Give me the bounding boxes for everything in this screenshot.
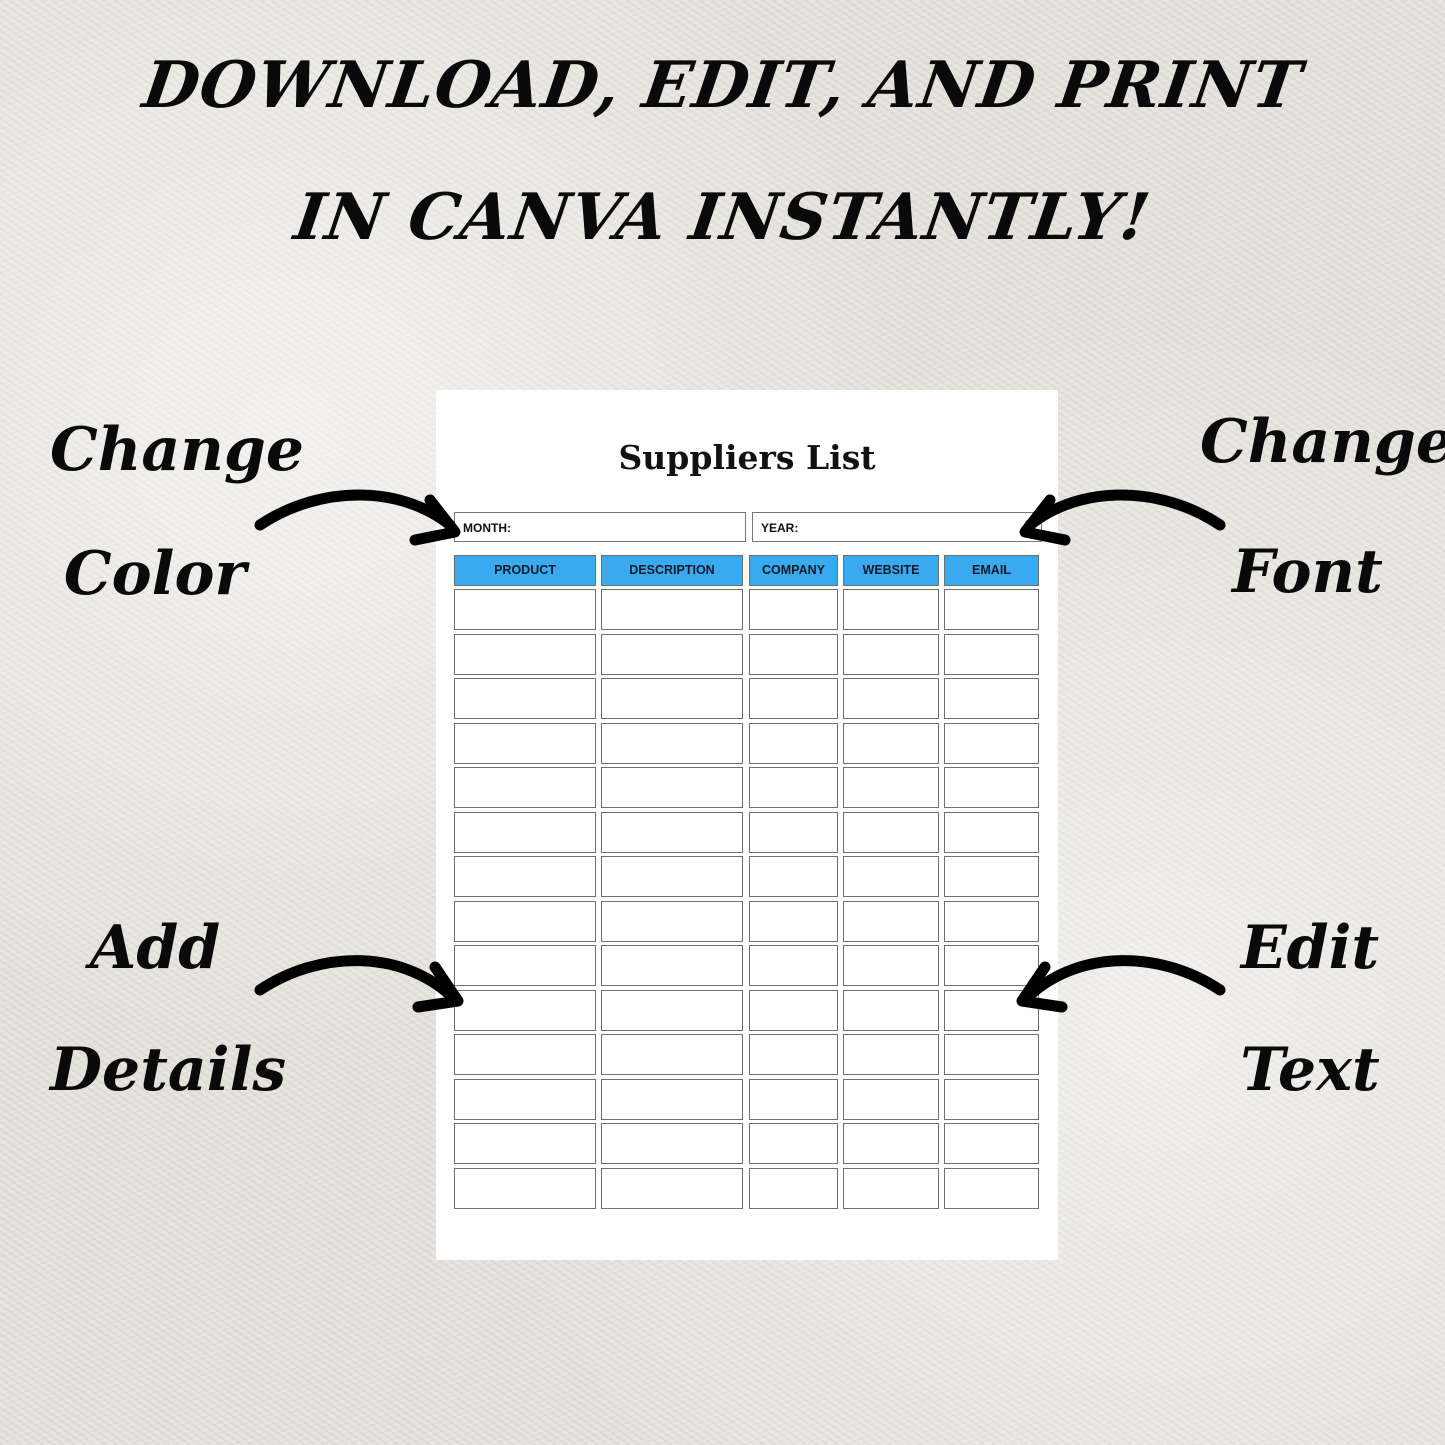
- table-cell[interactable]: [601, 589, 743, 630]
- table-cell[interactable]: [749, 1034, 838, 1075]
- table-cell[interactable]: [601, 811, 743, 853]
- table-cell[interactable]: [843, 589, 939, 630]
- table-cell[interactable]: [843, 856, 939, 897]
- annotation-line: Details: [50, 1035, 287, 1105]
- column-header-website: WEBSITE: [843, 555, 939, 586]
- table-cell[interactable]: [843, 811, 939, 853]
- headline-line-2: IN CANVA INSTANTLY!: [289, 180, 1156, 255]
- table-cell[interactable]: [749, 1078, 838, 1120]
- table-cell[interactable]: [944, 1167, 1039, 1209]
- table-cell[interactable]: [601, 678, 743, 719]
- table-cell[interactable]: [749, 945, 838, 986]
- table-cell[interactable]: [944, 767, 1039, 808]
- annotation-change-font: Change Font: [1200, 407, 1445, 607]
- table-cell[interactable]: [601, 722, 743, 764]
- table-cell[interactable]: [749, 589, 838, 630]
- table-cell[interactable]: [944, 900, 1039, 942]
- table-cell[interactable]: [944, 589, 1039, 630]
- year-field[interactable]: YEAR:: [752, 512, 1042, 542]
- table-cell[interactable]: [843, 900, 939, 942]
- annotation-edit-text: Edit Text: [1215, 918, 1405, 1100]
- table-cell[interactable]: [749, 811, 838, 853]
- table-cell[interactable]: [944, 1034, 1039, 1075]
- table-cell[interactable]: [944, 722, 1039, 764]
- annotation-change-color: Change Color: [50, 415, 305, 609]
- table-cell[interactable]: [601, 900, 743, 942]
- table-cell[interactable]: [601, 1123, 743, 1164]
- table-cell[interactable]: [601, 1167, 743, 1209]
- table-cell[interactable]: [843, 989, 939, 1031]
- table-cell[interactable]: [454, 767, 596, 808]
- table-cell[interactable]: [944, 678, 1039, 719]
- arrow-icon: [1019, 489, 1226, 546]
- annotation-line: Add: [89, 913, 221, 983]
- table-cell[interactable]: [749, 767, 838, 808]
- table-cell[interactable]: [944, 633, 1039, 675]
- table-cell[interactable]: [843, 1123, 939, 1164]
- suppliers-list-page: Suppliers List MONTH: YEAR: PRODUCT DESCR…: [436, 390, 1058, 1260]
- table-cell[interactable]: [454, 1078, 596, 1120]
- table-cell[interactable]: [601, 1078, 743, 1120]
- table-cell[interactable]: [749, 633, 838, 675]
- table-cell[interactable]: [843, 1078, 939, 1120]
- annotation-line: Edit: [1240, 913, 1380, 983]
- arrow-icon: [1016, 955, 1226, 1013]
- headline-line-1: DOWNLOAD, EDIT, AND PRINT: [138, 48, 1307, 123]
- table-cell[interactable]: [749, 856, 838, 897]
- annotation-line: Text: [1240, 1035, 1380, 1105]
- table-cell[interactable]: [601, 767, 743, 808]
- annotation-line: Font: [1232, 537, 1383, 607]
- table-cell[interactable]: [454, 589, 596, 630]
- table-cell[interactable]: [454, 856, 596, 897]
- table-cell[interactable]: [944, 811, 1039, 853]
- table-cell[interactable]: [843, 633, 939, 675]
- month-field[interactable]: MONTH:: [454, 512, 746, 542]
- table-cell[interactable]: [454, 1123, 596, 1164]
- table-cell[interactable]: [944, 1123, 1039, 1164]
- table-cell[interactable]: [601, 1034, 743, 1075]
- table-cell[interactable]: [843, 678, 939, 719]
- table-cell[interactable]: [454, 1167, 596, 1209]
- annotation-line: Change: [1200, 407, 1445, 477]
- table-cell[interactable]: [749, 1167, 838, 1209]
- table-cell[interactable]: [601, 989, 743, 1031]
- table-cell[interactable]: [843, 1167, 939, 1209]
- table-cell[interactable]: [601, 633, 743, 675]
- annotation-line: Change: [50, 415, 305, 485]
- column-header-company: COMPANY: [749, 555, 838, 586]
- table-cell[interactable]: [454, 722, 596, 764]
- table-cell[interactable]: [843, 722, 939, 764]
- table-cell[interactable]: [454, 811, 596, 853]
- table-cell[interactable]: [843, 1034, 939, 1075]
- table-cell[interactable]: [749, 678, 838, 719]
- column-header-description: DESCRIPTION: [601, 555, 743, 586]
- table-cell[interactable]: [749, 722, 838, 764]
- table-cell[interactable]: [454, 633, 596, 675]
- table-cell[interactable]: [843, 945, 939, 986]
- table-cell[interactable]: [944, 856, 1039, 897]
- table-cell[interactable]: [454, 1034, 596, 1075]
- table-cell[interactable]: [749, 989, 838, 1031]
- table-cell[interactable]: [749, 1123, 838, 1164]
- year-label: YEAR:: [761, 521, 799, 535]
- table-cell[interactable]: [843, 767, 939, 808]
- page-title: Suppliers List: [618, 438, 876, 477]
- annotation-line: Color: [63, 539, 247, 609]
- annotation-add-details: Add Details: [50, 913, 287, 1105]
- table-cell[interactable]: [454, 900, 596, 942]
- table-cell[interactable]: [749, 900, 838, 942]
- table-cell[interactable]: [454, 678, 596, 719]
- arrow-icon: [254, 489, 461, 546]
- table-cell[interactable]: [944, 1078, 1039, 1120]
- arrow-icon: [254, 955, 464, 1013]
- table-cell[interactable]: [601, 856, 743, 897]
- table-cell[interactable]: [601, 945, 743, 986]
